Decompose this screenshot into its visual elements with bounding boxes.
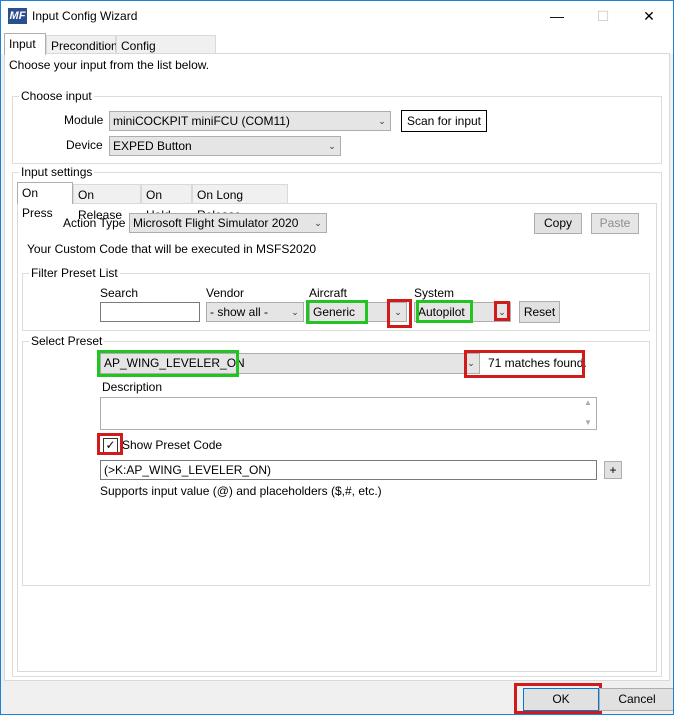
add-placeholder-button[interactable]: +	[604, 461, 622, 479]
mobiflight-logo-icon: MF	[8, 8, 27, 24]
filter-preset-legend: Filter Preset List	[29, 266, 120, 280]
scroll-down-icon[interactable]: ▼	[584, 418, 592, 427]
filter-preset-group: Filter Preset List Search Vendor - show …	[22, 266, 650, 331]
action-type-select[interactable]: Microsoft Flight Simulator 2020 ⌄	[129, 213, 327, 233]
tab-config-references[interactable]: Config References	[116, 35, 216, 73]
module-label: Module	[64, 113, 104, 127]
input-config-wizard-window: MF Input Config Wizard — ☐ ✕ Input Preco…	[0, 0, 674, 715]
tab-on-hold[interactable]: On Hold	[141, 184, 192, 222]
description-textarea[interactable]	[100, 397, 597, 430]
copy-button[interactable]: Copy	[534, 213, 582, 234]
title-bar: MF Input Config Wizard — ☐ ✕	[1, 1, 673, 32]
show-preset-code-label: Show Preset Code	[122, 438, 223, 452]
reset-button[interactable]: Reset	[519, 301, 560, 323]
tab-on-press[interactable]: On Press	[17, 182, 73, 220]
module-select-value: miniCOCKPIT miniFCU (COM11)	[113, 114, 290, 128]
device-select-value: EXPED Button	[113, 139, 192, 153]
vendor-label: Vendor	[206, 286, 245, 300]
dialog-footer: OK Cancel	[1, 681, 673, 714]
input-settings-legend: Input settings	[19, 165, 95, 179]
main-tabs: Input Precondition Config References	[1, 32, 673, 73]
preset-code-input[interactable]: (>K:AP_WING_LEVELER_ON)	[100, 460, 597, 480]
preset-value-highlight	[97, 350, 239, 377]
matches-highlight	[464, 350, 585, 378]
on-press-panel: Action Type Microsoft Flight Simulator 2…	[17, 203, 657, 672]
system-label: System	[414, 286, 455, 300]
tab-precondition[interactable]: Precondition	[46, 35, 118, 55]
choose-input-group: Choose input Module miniCOCKPIT miniFCU …	[12, 89, 662, 164]
custom-code-text: Your Custom Code that will be executed i…	[27, 242, 317, 256]
search-input[interactable]	[100, 302, 200, 322]
aircraft-dropdown-highlight	[387, 299, 412, 328]
action-type-select-value: Microsoft Flight Simulator 2020	[133, 216, 299, 230]
search-label: Search	[100, 286, 139, 300]
choose-input-legend: Choose input	[19, 89, 94, 103]
cancel-button[interactable]: Cancel	[599, 688, 673, 711]
vendor-select-value: - show all -	[210, 305, 269, 319]
input-tab-panel: Choose your input from the list below. C…	[4, 53, 670, 681]
maximize-icon[interactable]: ☐	[580, 1, 626, 32]
ok-button-highlight	[514, 683, 602, 714]
tab-on-long-release[interactable]: On Long Release	[192, 184, 288, 222]
tab-on-release[interactable]: On Release	[73, 184, 141, 222]
scroll-up-icon[interactable]: ▲	[584, 398, 592, 407]
chevron-down-icon: ⌄	[378, 116, 386, 126]
aircraft-value-highlight	[306, 300, 368, 324]
module-select[interactable]: miniCOCKPIT miniFCU (COM11) ⌄	[109, 111, 391, 131]
scan-for-input-button[interactable]: Scan for input	[401, 110, 487, 132]
close-icon[interactable]: ✕	[626, 1, 672, 32]
checkbox-highlight	[97, 433, 123, 455]
description-label: Description	[102, 380, 163, 394]
device-select[interactable]: EXPED Button ⌄	[109, 136, 341, 156]
chevron-down-icon: ⌄	[314, 218, 322, 228]
vendor-select[interactable]: - show all - ⌄	[206, 302, 304, 322]
tab-input[interactable]: Input	[4, 33, 46, 55]
paste-button[interactable]: Paste	[591, 213, 639, 234]
intro-text: Choose your input from the list below.	[9, 58, 210, 72]
input-settings-group: Input settings On Press On Release On Ho…	[12, 165, 662, 677]
device-label: Device	[66, 138, 103, 152]
action-type-label: Action Type	[63, 216, 126, 230]
placeholder-hint-text: Supports input value (@) and placeholder…	[100, 484, 382, 498]
aircraft-label: Aircraft	[309, 286, 348, 300]
minimize-icon[interactable]: —	[534, 1, 580, 32]
window-title: Input Config Wizard	[32, 9, 138, 23]
chevron-down-icon: ⌄	[328, 141, 336, 151]
chevron-down-icon: ⌄	[291, 307, 299, 317]
select-preset-group: Select Preset AP_WING_LEVELER_ON ⌄ 71 ma…	[22, 334, 650, 586]
select-preset-legend: Select Preset	[29, 334, 105, 348]
system-value-highlight	[416, 300, 473, 323]
system-dropdown-highlight	[494, 301, 510, 321]
